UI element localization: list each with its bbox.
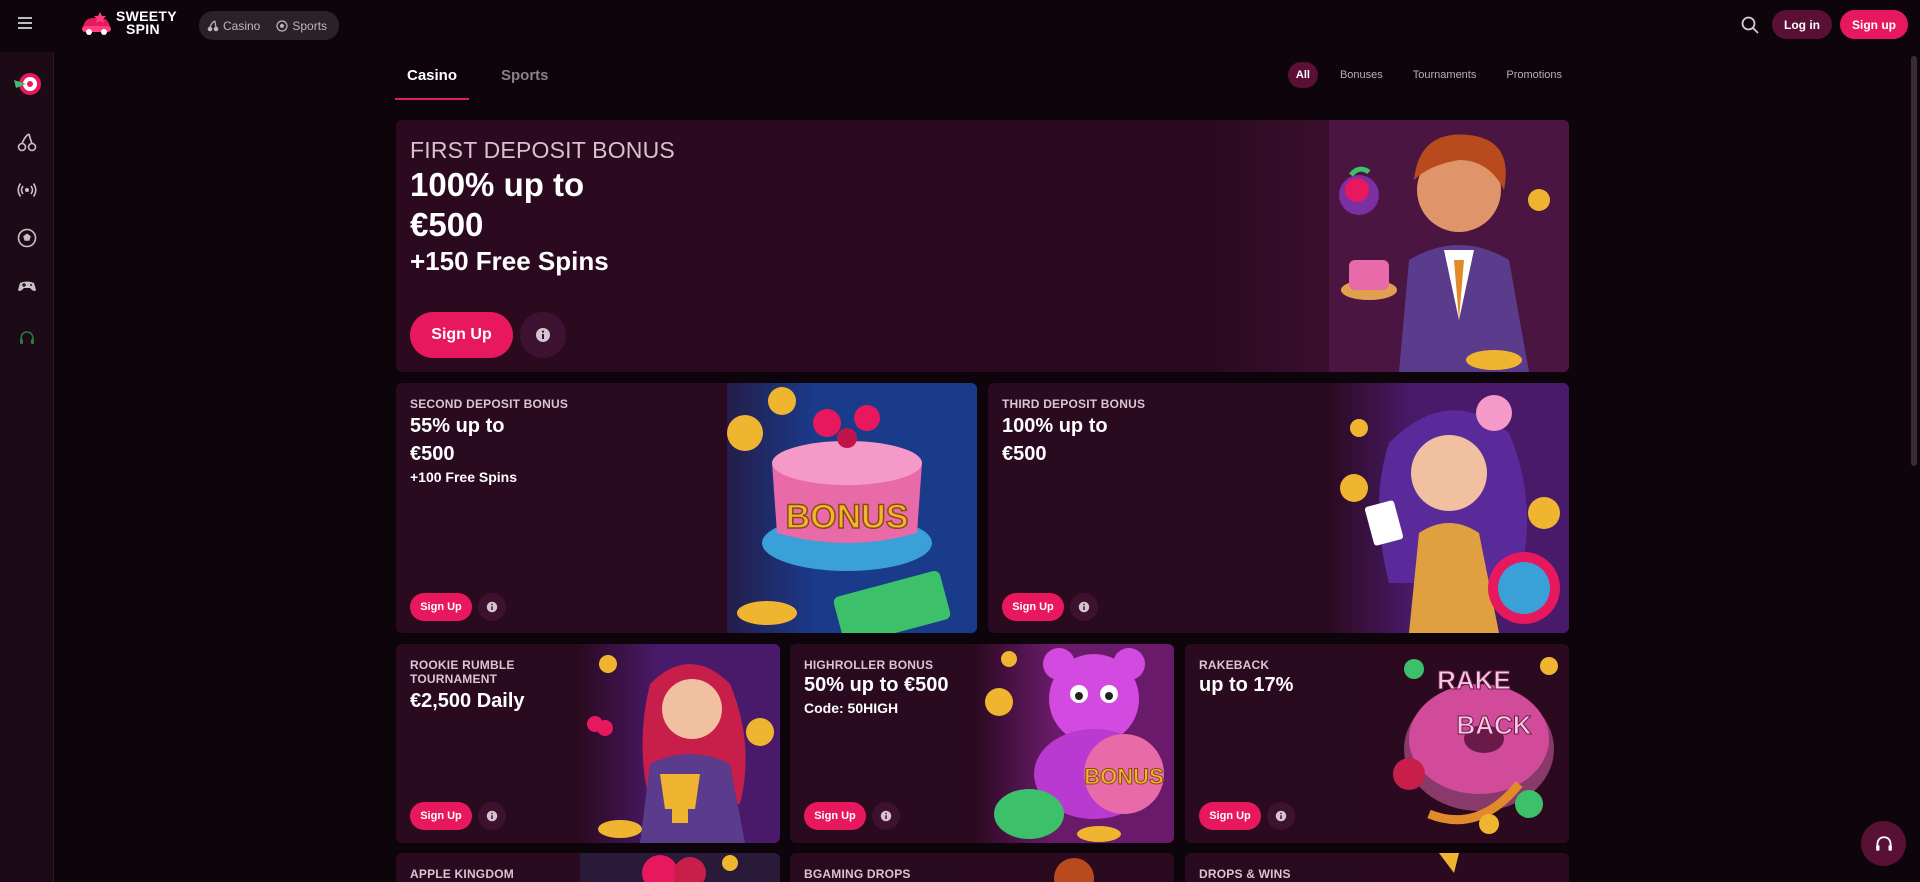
- football-icon[interactable]: [17, 228, 37, 248]
- bgaming-tag: BGAMING DROPS: [804, 867, 911, 881]
- rookie-signup-button[interactable]: Sign Up: [410, 802, 472, 830]
- second-line3: +100 Free Spins: [410, 469, 518, 485]
- rakeback-art-text2: BACK: [1456, 710, 1531, 740]
- signup-button[interactable]: Sign up: [1840, 10, 1908, 39]
- switcher-sports[interactable]: Sports: [276, 19, 327, 33]
- apple-kingdom-image: [580, 853, 780, 882]
- filter-promotions[interactable]: Promotions: [1498, 62, 1570, 88]
- cake-art-text: BONUS: [786, 498, 909, 536]
- logo-text-line2: SPIN: [126, 21, 160, 37]
- hero-tag: FIRST DEPOSIT BONUS: [410, 137, 675, 163]
- filter-bonuses[interactable]: Bonuses: [1332, 62, 1391, 88]
- filter-all[interactable]: All: [1287, 62, 1318, 88]
- info-icon: [1275, 810, 1287, 822]
- hero-line1: 100% up to: [410, 166, 585, 203]
- drops-and-wins-image: [1369, 853, 1569, 882]
- menu-icon[interactable]: [18, 17, 34, 29]
- bonus-cake-image: BONUS: [727, 383, 977, 633]
- apple-kingdom-card[interactable]: APPLE KINGDOM: [396, 853, 780, 882]
- switcher-casino[interactable]: Casino: [207, 19, 260, 33]
- cherries-icon[interactable]: [17, 132, 37, 152]
- rookie-info-button[interactable]: [478, 802, 506, 830]
- info-icon: [486, 601, 498, 613]
- logo[interactable]: SWEETY SPIN: [80, 6, 177, 40]
- info-icon: [486, 810, 498, 822]
- drops-tag: DROPS & WINS: [1199, 867, 1291, 881]
- cherries-icon: [207, 19, 219, 31]
- hero-line3: +150 Free Spins: [410, 246, 609, 276]
- bear-art-text: BONUS: [1084, 764, 1163, 789]
- gamepad-icon[interactable]: [17, 276, 37, 296]
- highroller-card[interactable]: HIGHROLLER BONUS 50% up to €500 Code: 50…: [790, 644, 1174, 843]
- highroller-line1: 50% up to €500: [804, 674, 949, 696]
- rakeback-card[interactable]: RAKEBACK up to 17% Sign Up RAKE BACK: [1185, 644, 1569, 843]
- search-icon[interactable]: [1740, 15, 1760, 35]
- rookie-line1: €2,500 Daily: [410, 690, 525, 712]
- filter-tournaments[interactable]: Tournaments: [1405, 62, 1485, 88]
- third-line1: 100% up to: [1002, 415, 1108, 437]
- second-tag: SECOND DEPOSIT BONUS: [410, 397, 569, 411]
- product-switcher: Casino Sports: [199, 11, 339, 40]
- third-info-button[interactable]: [1070, 593, 1098, 621]
- bgaming-drops-image: [974, 853, 1174, 882]
- switcher-casino-label: Casino: [223, 18, 261, 33]
- tab-casino[interactable]: Casino: [395, 52, 470, 100]
- switcher-sports-label: Sports: [292, 18, 328, 33]
- second-line2: €500: [410, 443, 455, 465]
- football-icon: [276, 19, 288, 32]
- login-button[interactable]: Log in: [1772, 10, 1832, 39]
- page-scrollbar[interactable]: [1911, 56, 1917, 466]
- girl-mascot-image: [1329, 383, 1569, 633]
- logo-car-icon: [82, 12, 111, 35]
- hero-first-deposit-card[interactable]: FIRST DEPOSIT BONUS 100% up to €500 +150…: [396, 120, 1569, 372]
- highroller-tag: HIGHROLLER BONUS: [804, 658, 934, 672]
- bear-mascot-image: BONUS: [974, 644, 1174, 843]
- headset-icon: [1875, 835, 1892, 851]
- live-broadcast-icon[interactable]: [17, 180, 37, 200]
- highroller-info-button[interactable]: [872, 802, 900, 830]
- rakeback-info-button[interactable]: [1267, 802, 1295, 830]
- rakeback-donut-image: RAKE BACK: [1369, 644, 1569, 843]
- highroller-line2: Code: 50HIGH: [804, 700, 899, 716]
- bgaming-drops-card[interactable]: BGAMING DROPS: [790, 853, 1174, 882]
- rakeback-signup-button[interactable]: Sign Up: [1199, 802, 1261, 830]
- rookie-rumble-card[interactable]: ROOKIE RUMBLE TOURNAMENT €2,500 Daily Si…: [396, 644, 780, 843]
- second-info-button[interactable]: [478, 593, 506, 621]
- apple-tag: APPLE KINGDOM: [410, 867, 514, 881]
- tab-sports[interactable]: Sports: [489, 52, 561, 100]
- info-icon: [880, 810, 892, 822]
- hero-signup-button[interactable]: Sign Up: [410, 312, 513, 358]
- drops-and-wins-card[interactable]: DROPS & WINS: [1185, 853, 1569, 882]
- second-signup-button[interactable]: Sign Up: [410, 593, 472, 621]
- tab-bar: Casino Sports: [395, 52, 561, 100]
- hero-info-button[interactable]: [520, 312, 566, 358]
- gentleman-mascot-image: [1329, 120, 1569, 372]
- rakeback-tag: RAKEBACK: [1199, 658, 1270, 672]
- rakeback-line1: up to 17%: [1199, 674, 1294, 696]
- top-bar: SWEETY SPIN Casino Sports Log in Sign up: [0, 0, 1920, 50]
- hero-line2: €500: [410, 206, 484, 243]
- info-icon: [1078, 601, 1090, 613]
- filter-bar: All Bonuses Tournaments Promotions: [1287, 62, 1570, 88]
- third-signup-button[interactable]: Sign Up: [1002, 593, 1064, 621]
- support-chat-button[interactable]: [1861, 821, 1906, 866]
- rakeback-art-text1: RAKE: [1437, 665, 1511, 695]
- rookie-tag-line1: ROOKIE RUMBLE: [410, 658, 515, 672]
- trophy-girl-image: [580, 644, 780, 843]
- headset-icon[interactable]: [19, 330, 35, 346]
- rookie-tag-line2: TOURNAMENT: [410, 672, 498, 686]
- second-line1: 55% up to: [410, 415, 505, 437]
- third-deposit-card[interactable]: THIRD DEPOSIT BONUS 100% up to €500 Sign…: [988, 383, 1569, 633]
- third-tag: THIRD DEPOSIT BONUS: [1002, 397, 1146, 411]
- info-icon: [536, 328, 550, 342]
- highroller-signup-button[interactable]: Sign Up: [804, 802, 866, 830]
- sidebar: [0, 52, 54, 882]
- third-line2: €500: [1002, 443, 1047, 465]
- wheel-of-fortune-icon[interactable]: [12, 70, 42, 98]
- second-deposit-card[interactable]: SECOND DEPOSIT BONUS 55% up to €500 +100…: [396, 383, 977, 633]
